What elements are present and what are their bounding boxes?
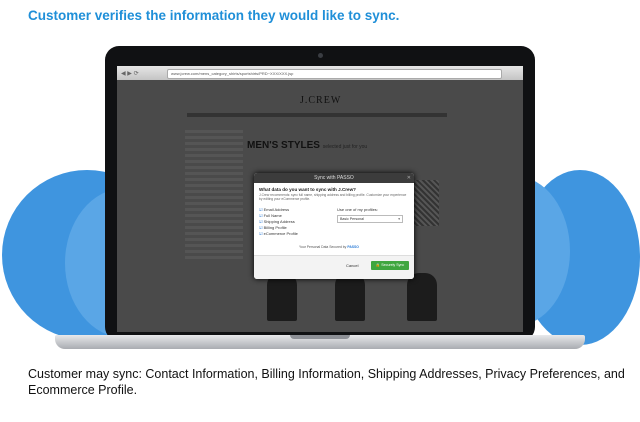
section-title-text: MEN'S STYLES	[247, 140, 320, 151]
profile-label: Use one of my profiles:	[337, 207, 378, 212]
sync-label: Securely Sync	[381, 263, 405, 267]
chevron-down-icon: ▾	[398, 217, 400, 221]
checkbox-icon[interactable]: ☑	[259, 219, 263, 224]
caption: Customer may sync: Contact Information, …	[28, 367, 625, 397]
option-label: Billing Profile	[263, 225, 287, 230]
laptop-screen: ◀ ▶ ⟳ www.jcrew.com/mens_category_shirts…	[117, 66, 523, 332]
browser-toolbar: ◀ ▶ ⟳ www.jcrew.com/mens_category_shirts…	[117, 66, 523, 80]
securely-sync-button[interactable]: 🔒 Securely Sync	[371, 261, 409, 270]
profile-select[interactable]: Basic Personal ▾	[337, 215, 403, 223]
profile-column: Use one of my profiles: Basic Personal ▾	[337, 207, 403, 223]
close-icon[interactable]: ✕	[407, 173, 411, 183]
store-logo[interactable]: J.CREW	[300, 95, 341, 106]
option-label: eCommerce Profile	[263, 231, 298, 236]
product-image[interactable]	[407, 273, 437, 321]
product-image[interactable]	[267, 273, 297, 321]
browser-nav-icons[interactable]: ◀ ▶ ⟳	[121, 70, 139, 77]
web-page: J.CREW MEN'S STYLES selected just for yo…	[117, 80, 523, 332]
sync-question: What data do you want to sync with J.Cre…	[259, 187, 356, 192]
dialog-title: Sync with PASSO	[254, 173, 414, 183]
camera-icon	[318, 53, 323, 58]
secured-text: Your Personal Data Secured by	[299, 245, 347, 249]
checkbox-icon[interactable]: ☑	[259, 207, 263, 212]
address-bar[interactable]: www.jcrew.com/mens_category_shirts/sport…	[167, 69, 502, 79]
checkbox-icon[interactable]: ☑	[259, 231, 263, 236]
option-label: Email Address	[263, 207, 290, 212]
sync-dialog: Sync with PASSO ✕ What data do you want …	[254, 173, 414, 279]
dialog-footer: Cancel 🔒 Securely Sync	[254, 255, 414, 279]
lock-icon: 🔒	[375, 263, 381, 267]
cancel-button[interactable]: Cancel	[346, 263, 358, 268]
profile-selected: Basic Personal	[340, 217, 364, 221]
checkbox-icon[interactable]: ☑	[259, 213, 263, 218]
option-ecommerce[interactable]: ☑eCommerce Profile	[259, 231, 298, 237]
sync-description: J.Crew recommends: sync full name, shipp…	[259, 193, 407, 201]
product-image[interactable]	[335, 273, 365, 321]
store-nav[interactable]	[187, 113, 447, 117]
section-subtitle: selected just for you	[322, 144, 368, 150]
dialog-body: What data do you want to sync with J.Cre…	[259, 187, 409, 249]
option-label: Shipping Address	[263, 219, 295, 224]
section-title: MEN'S STYLES selected just for you	[247, 140, 367, 151]
headline: Customer verifies the information they w…	[28, 8, 400, 23]
sync-options: ☑Email Address ☑Full Name ☑Shipping Addr…	[259, 207, 298, 237]
option-label: Full Name	[263, 213, 282, 218]
passo-logo: PASSO	[347, 245, 359, 249]
laptop-notch	[290, 335, 350, 339]
store-sidebar[interactable]	[185, 130, 243, 260]
checkbox-icon[interactable]: ☑	[259, 225, 263, 230]
secured-note: Your Personal Data Secured by PASSO	[299, 245, 359, 249]
